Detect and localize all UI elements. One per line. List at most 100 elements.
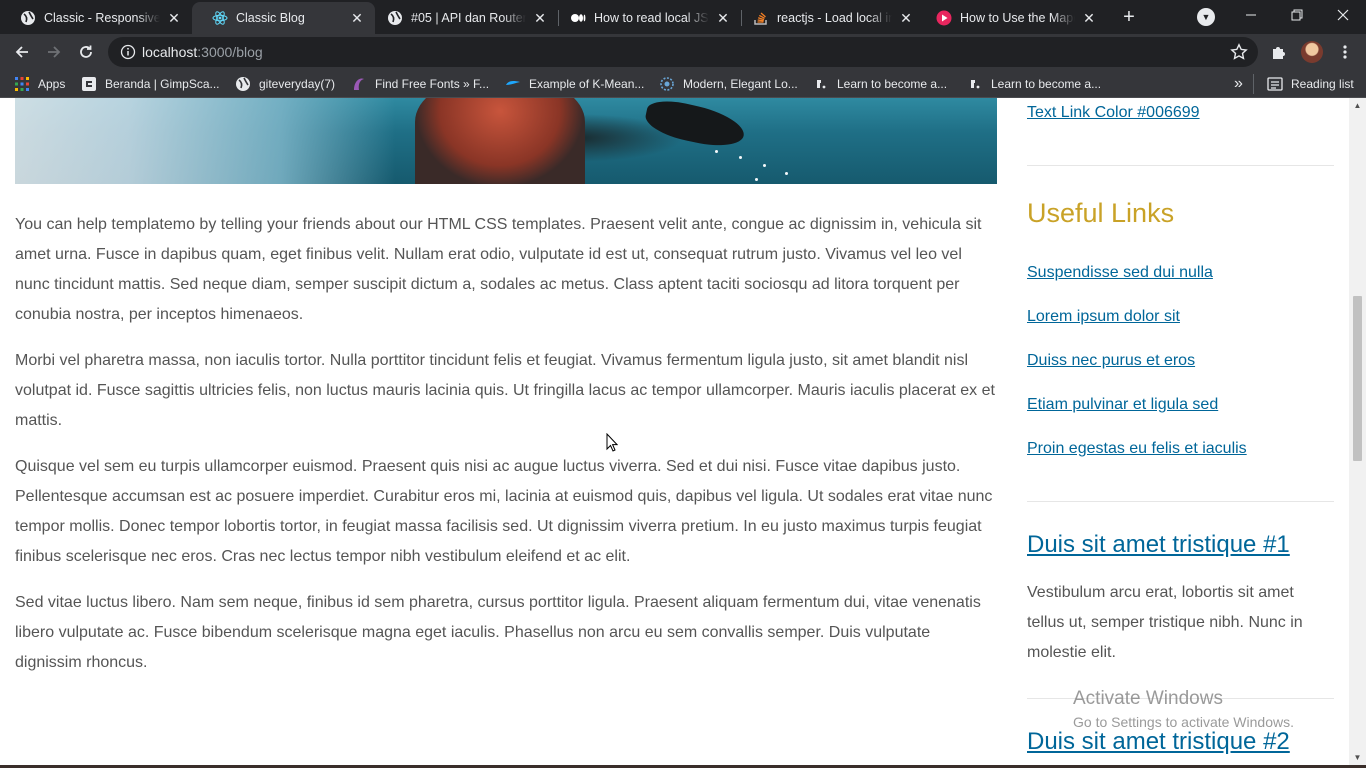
dev-icon <box>813 76 829 92</box>
bookmark-k-means[interactable]: Example of K-Mean... <box>505 75 644 93</box>
react-icon <box>212 10 228 26</box>
post-paragraph: Morbi vel pharetra massa, non iaculis to… <box>15 352 995 429</box>
tab-title: How to Use the Map() Function <box>960 11 1075 25</box>
apps-grid-icon <box>14 76 30 92</box>
close-tab-icon[interactable]: ✕ <box>898 10 914 26</box>
bookmark-gimpscape[interactable]: Beranda | GimpSca... <box>81 75 220 93</box>
mouse-cursor-icon <box>606 433 618 452</box>
useful-link[interactable]: Proin egestas eu felis et iaculis <box>1027 440 1247 458</box>
url-text[interactable]: localhost:3000/blog <box>142 44 263 60</box>
globe-icon <box>235 76 251 92</box>
logo-icon <box>659 76 675 92</box>
scroll-up-icon[interactable]: ▲ <box>1353 102 1362 110</box>
codepen-icon <box>505 76 521 92</box>
page-scrollbar[interactable]: ▲ ▼ <box>1349 98 1366 768</box>
reading-list-button[interactable]: Reading list <box>1267 75 1354 93</box>
bookmark-label: Find Free Fonts » F... <box>375 77 490 91</box>
minimize-icon <box>1246 14 1256 16</box>
bookmark-separator <box>1253 74 1254 94</box>
tab-classic-responsive[interactable]: Classic - Responsive Blog ✕ <box>0 2 192 34</box>
bookmark-learn-to-become-2[interactable]: Learn to become a... <box>967 75 1101 93</box>
useful-link[interactable]: Lorem ipsum dolor sit <box>1027 308 1180 326</box>
bookmark-label: Apps <box>38 77 66 91</box>
close-tab-icon[interactable]: ✕ <box>166 10 182 26</box>
tab-map-function[interactable]: How to Use the Map() Function ✕ <box>924 2 1107 34</box>
tab-api-router[interactable]: #05 | API dan Router di React ✕ <box>375 2 558 34</box>
avatar[interactable] <box>1301 41 1323 63</box>
forward-button[interactable] <box>42 40 66 64</box>
extensions-button[interactable] <box>1267 40 1291 64</box>
water-sparkle <box>715 150 718 153</box>
globe-icon <box>20 10 36 26</box>
new-tab-button[interactable]: + <box>1118 6 1140 28</box>
restore-icon <box>1291 9 1303 21</box>
bookmark-label: Example of K-Mean... <box>529 77 645 91</box>
bookmark-learn-to-become-1[interactable]: Learn to become a... <box>813 75 947 93</box>
sidebar-post-title[interactable]: Duis sit amet tristique #1 <box>1027 531 1290 559</box>
watermark-title: Activate Windows <box>1073 688 1223 709</box>
address-bar[interactable]: localhost:3000/blog <box>108 37 1258 67</box>
close-tab-icon[interactable]: ✕ <box>1081 10 1097 26</box>
water-sparkle <box>785 172 788 175</box>
activate-windows-watermark: Activate Windows Go to Settings to activ… <box>1073 688 1294 730</box>
medium-icon <box>570 10 586 26</box>
globe-icon <box>387 10 403 26</box>
bookmark-apps[interactable]: Apps <box>14 75 65 93</box>
reading-list-label: Reading list <box>1291 77 1354 91</box>
arrow-left-icon <box>15 46 28 58</box>
sidebar-post-excerpt: Vestibulum arcu erat, lobortis sit amet … <box>1027 584 1303 661</box>
post-hero-image <box>15 98 997 184</box>
minimize-button[interactable] <box>1228 0 1274 30</box>
close-icon <box>1337 9 1349 21</box>
water-sparkle <box>763 164 766 167</box>
reading-list-icon <box>1267 76 1283 92</box>
tab-read-local-json[interactable]: How to read local JSON file ✕ <box>558 2 741 34</box>
restore-button[interactable] <box>1274 0 1320 30</box>
bookmark-label: Beranda | GimpSca... <box>105 77 220 91</box>
more-vert-icon <box>1343 45 1347 59</box>
water-sparkle <box>755 178 758 181</box>
useful-link[interactable]: Etiam pulvinar et ligula sed <box>1027 396 1218 414</box>
info-icon[interactable] <box>120 44 136 60</box>
arrow-right-icon <box>48 46 61 58</box>
bookmark-find-free-fonts[interactable]: Find Free Fonts » F... <box>351 75 489 93</box>
back-button[interactable] <box>10 40 34 64</box>
url-host: localhost <box>142 44 198 60</box>
scroll-thumb[interactable] <box>1353 296 1362 461</box>
post-paragraph: You can help templatemo by telling your … <box>15 216 982 323</box>
reload-icon <box>80 45 92 58</box>
useful-link[interactable]: Duiss nec purus et eros <box>1027 352 1195 370</box>
more-bookmarks-button[interactable]: » <box>1234 75 1243 93</box>
page-viewport: You can help templatemo by telling your … <box>0 98 1366 768</box>
tab-title: Classic Blog <box>236 11 305 25</box>
tab-load-local-images[interactable]: reactjs - Load local images ✕ <box>741 2 924 34</box>
bookmark-modern-elegant[interactable]: Modern, Elegant Lo... <box>659 75 798 93</box>
tab-title: reactjs - Load local images <box>777 11 892 25</box>
tab-classic-blog[interactable]: Classic Blog ✕ <box>192 2 375 34</box>
post-body: You can help templatemo by telling your … <box>15 210 1000 694</box>
sidebar-post-title[interactable]: Duis sit amet tristique #2 <box>1027 728 1290 756</box>
star-icon[interactable] <box>1230 43 1248 61</box>
dev-icon <box>967 76 983 92</box>
close-tab-icon[interactable]: ✕ <box>349 10 365 26</box>
tab-search-icon[interactable]: ▼ <box>1197 8 1215 26</box>
close-tab-icon[interactable]: ✕ <box>532 10 548 26</box>
divider <box>1027 698 1334 699</box>
bookmark-giteveryday[interactable]: giteveryday(7) <box>235 75 335 93</box>
tab-title: How to read local JSON file <box>594 11 709 25</box>
url-path: :3000/blog <box>197 44 263 60</box>
bookmark-label: giteveryday(7) <box>259 77 336 91</box>
close-tab-icon[interactable]: ✕ <box>715 10 731 26</box>
useful-links-title: Useful Links <box>1027 198 1175 228</box>
reload-button[interactable] <box>74 40 98 64</box>
gimp-icon <box>81 76 97 92</box>
scroll-down-icon[interactable]: ▼ <box>1353 754 1362 762</box>
menu-button[interactable] <box>1333 40 1357 64</box>
tab-strip: Classic - Responsive Blog ✕ Classic Blog… <box>0 0 1366 34</box>
close-window-button[interactable] <box>1320 0 1366 30</box>
kayaker-figure <box>415 98 585 184</box>
text-link-color-link[interactable]: Text Link Color #006699 <box>1027 104 1200 122</box>
useful-link[interactable]: Suspendisse sed dui nulla <box>1027 264 1213 282</box>
stackoverflow-icon <box>753 10 769 26</box>
bookmarks-bar: Apps Beranda | GimpSca... giteveryday(7)… <box>0 70 1366 98</box>
